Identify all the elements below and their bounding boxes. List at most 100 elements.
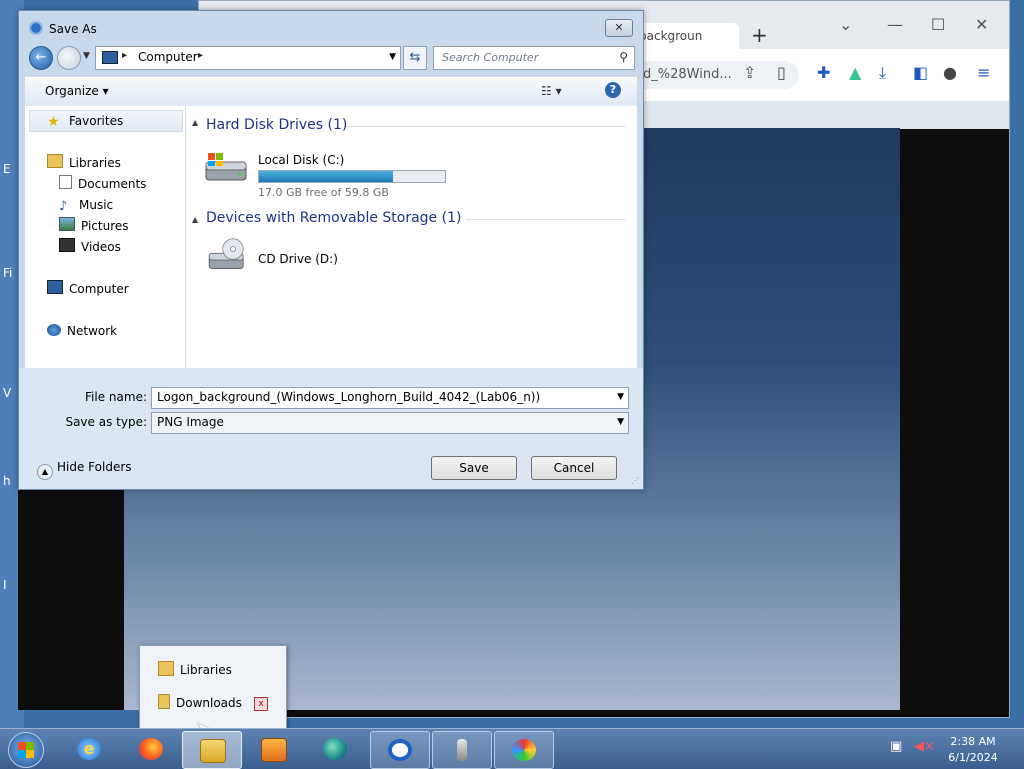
nav-item-documents[interactable]: Documents: [59, 174, 146, 194]
media-player-icon: [261, 738, 287, 762]
breadcrumb-chevron-icon[interactable]: ▸: [122, 50, 127, 61]
nav-label: Libraries: [69, 156, 121, 170]
close-icon[interactable]: x: [254, 697, 268, 711]
tray-network-icon[interactable]: ▣: [890, 739, 902, 754]
chevron-down-icon[interactable]: ▼: [617, 392, 624, 402]
taskbar-internet-explorer[interactable]: e: [60, 731, 118, 767]
taskbar-browser[interactable]: [370, 731, 430, 769]
cd-drive-icon: [208, 238, 244, 270]
hard-drive-icon: [205, 153, 247, 181]
navigation-bar: ← ▼ ▸ Computer ▸ ▼ ⇆ Search Computer ⚲: [25, 45, 637, 71]
cancel-button[interactable]: Cancel: [531, 456, 617, 480]
collapse-group-icon[interactable]: ▲: [192, 215, 198, 224]
hide-folders-button[interactable]: ▲ Hide Folders: [37, 460, 132, 480]
jumplist-item-libraries[interactable]: Libraries: [158, 660, 232, 680]
profile-icon[interactable]: ●: [943, 63, 957, 82]
jumplist-item-downloads[interactable]: Downloads: [158, 693, 242, 713]
file-name-input[interactable]: Logon_background_(Windows_Longhorn_Build…: [151, 387, 629, 409]
new-tab-button[interactable]: +: [751, 23, 768, 47]
search-input[interactable]: Search Computer ⚲: [433, 46, 635, 70]
extensions-icon[interactable]: ✚: [817, 63, 830, 82]
collapse-group-icon[interactable]: ▲: [192, 118, 198, 127]
save-as-dialog: Save As ✕ ← ▼ ▸ Computer ▸ ▼ ⇆ Search Co…: [18, 10, 644, 490]
nav-item-computer[interactable]: Computer: [47, 279, 129, 299]
desktop-icon-label[interactable]: E: [3, 162, 11, 176]
nav-item-libraries[interactable]: Libraries: [47, 153, 121, 173]
desktop-icon-label[interactable]: I: [3, 578, 7, 592]
command-bar: Organize ▾ ☷ ▾ ?: [25, 77, 637, 107]
desktop-icon-label[interactable]: V: [3, 386, 11, 400]
hide-folders-label: Hide Folders: [57, 460, 132, 474]
computer-icon: [47, 280, 63, 294]
usb-tool-icon: [457, 739, 467, 761]
taskbar-firefox[interactable]: [122, 731, 180, 767]
drive-name: Local Disk (C:): [258, 153, 345, 167]
file-name-label: File name:: [85, 390, 147, 404]
share-icon[interactable]: ⇪: [743, 63, 756, 82]
desktop-icon-label[interactable]: h: [3, 474, 11, 488]
bookmark-icon[interactable]: ▯: [777, 63, 786, 82]
edge-icon: [323, 738, 347, 760]
nav-item-music[interactable]: ♪ Music: [59, 195, 113, 215]
address-bar[interactable]: d_%28Wind...: [629, 61, 799, 89]
taskbar-edge[interactable]: [306, 731, 364, 767]
recent-pages-dropdown[interactable]: ▼: [83, 51, 90, 61]
menu-icon[interactable]: ≡: [977, 63, 990, 82]
breadcrumb-computer[interactable]: Computer: [138, 50, 198, 64]
minimize-button[interactable]: —: [887, 15, 903, 34]
search-icon: ⚲: [619, 50, 628, 64]
start-button[interactable]: [8, 732, 44, 768]
address-dropdown-icon[interactable]: ▼: [389, 52, 396, 62]
forward-button[interactable]: [57, 46, 81, 70]
group-removable-storage[interactable]: Devices with Removable Storage (1): [206, 210, 461, 226]
group-divider: [346, 126, 626, 127]
breadcrumb-chevron-icon[interactable]: ▸: [198, 50, 203, 61]
nav-item-videos[interactable]: Videos: [59, 237, 121, 257]
pictures-icon: [59, 217, 75, 231]
content-pane: ▲ Hard Disk Drives (1) Local Disk (C:) 1…: [186, 106, 637, 368]
tray-volume-muted-icon[interactable]: ◀×: [914, 739, 935, 754]
change-view-button[interactable]: ☷ ▾: [541, 84, 562, 98]
windows-explorer-icon: [200, 739, 226, 763]
close-button[interactable]: ✕: [975, 15, 988, 34]
dialog-close-button[interactable]: ✕: [605, 19, 633, 37]
windows-logo-icon: [18, 750, 34, 758]
dialog-titlebar[interactable]: Save As ✕: [19, 11, 643, 45]
internet-explorer-icon: e: [77, 738, 101, 760]
nav-item-favorites[interactable]: ★ Favorites: [47, 111, 123, 131]
refresh-button[interactable]: ⇆: [403, 46, 427, 70]
file-name-value: Logon_background_(Windows_Longhorn_Build…: [157, 390, 541, 404]
taskbar-windows-explorer[interactable]: [182, 731, 242, 769]
maximize-button[interactable]: ☐: [931, 15, 945, 34]
nav-item-network[interactable]: Network: [47, 321, 117, 341]
nav-label: Favorites: [69, 114, 124, 128]
tab-search-icon[interactable]: ⌄: [839, 15, 852, 34]
back-button[interactable]: ←: [29, 46, 53, 70]
taskbar-usb-tool[interactable]: [432, 731, 492, 769]
sidebar-icon[interactable]: ◧: [913, 63, 928, 82]
system-clock[interactable]: 2:38 AM 6/1/2024: [944, 734, 1002, 766]
browser-tab[interactable]: background_: [639, 23, 739, 49]
browser-logo-icon: [29, 21, 43, 35]
resize-grip-icon[interactable]: ⋰: [631, 476, 639, 485]
save-button[interactable]: Save: [431, 456, 517, 480]
music-icon: ♪: [59, 199, 68, 214]
taskbar-media-player[interactable]: [244, 731, 302, 767]
downloads-folder-icon: [158, 694, 170, 709]
nav-label: Documents: [78, 177, 147, 191]
nav-label: Music: [79, 198, 114, 212]
save-type-select[interactable]: PNG Image ▼: [151, 412, 629, 434]
star-icon: ★: [47, 114, 60, 130]
address-bar[interactable]: ▸ Computer ▸ ▼: [95, 46, 401, 70]
image-margin: [18, 488, 124, 710]
help-icon[interactable]: ?: [605, 82, 621, 98]
desktop-icon-label[interactable]: Fi: [3, 266, 12, 280]
lab-icon[interactable]: ▲: [849, 63, 861, 82]
organize-button[interactable]: Organize ▾: [45, 84, 109, 98]
library-folder-icon: [158, 661, 174, 676]
taskbar-paint[interactable]: [494, 731, 554, 769]
chevron-down-icon[interactable]: ▼: [617, 417, 624, 427]
download-icon[interactable]: ⤓: [879, 63, 886, 83]
group-hard-disk-drives[interactable]: Hard Disk Drives (1): [206, 117, 347, 133]
nav-item-pictures[interactable]: Pictures: [59, 216, 129, 236]
